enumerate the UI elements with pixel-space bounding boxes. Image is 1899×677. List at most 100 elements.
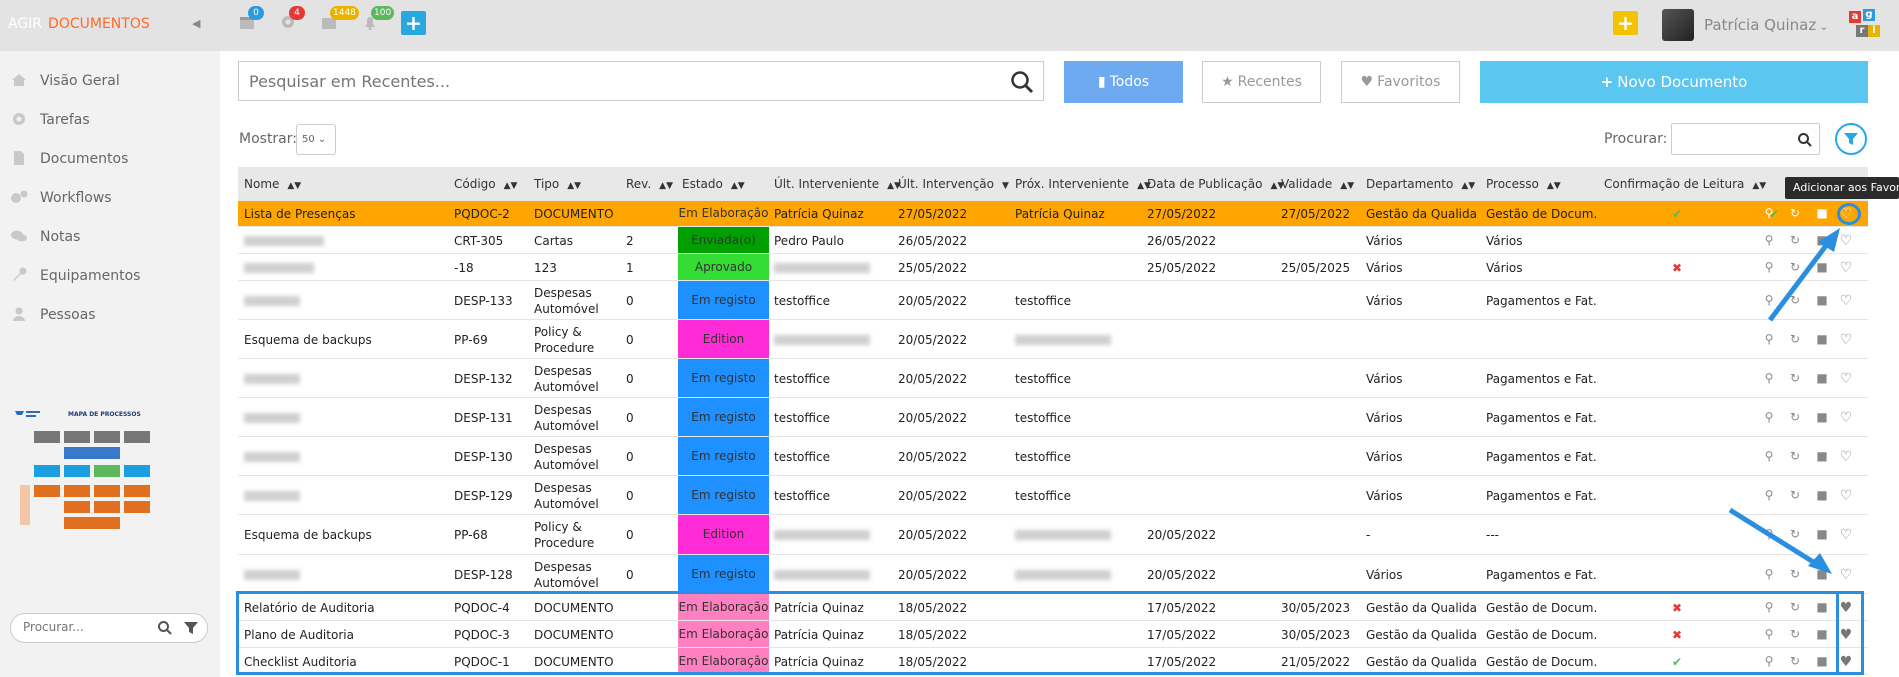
sync-icon[interactable]: ↻ [1788,567,1802,581]
sync-icon[interactable]: ↻ [1788,449,1802,463]
sync-icon[interactable]: ↻ [1788,332,1802,346]
heart-icon[interactable]: ♡ [1839,527,1853,543]
col-ult-intervencao[interactable]: Últ. Intervenção ▼ [898,177,1009,191]
sync-icon[interactable]: ↻ [1788,488,1802,502]
search-icon[interactable] [1797,132,1813,148]
view-icon[interactable]: ⚲ [1762,527,1776,541]
col-validade[interactable]: Validade ▲▼ [1281,177,1354,191]
page-size-select[interactable]: 50 ⌄ [296,124,336,155]
col-rev[interactable]: Rev. ▲▼ [626,177,673,191]
sync-icon[interactable]: ↻ [1788,293,1802,307]
trash-icon[interactable]: ■ [1815,206,1829,220]
heart-icon[interactable]: ♡ [1839,233,1853,249]
sync-icon[interactable]: ↻ [1788,206,1802,220]
table-row[interactable]: CRT-305 Cartas 2 Enviada(o) Pedro Paulo 26/05… [238,227,1868,254]
recentes-button[interactable]: ★ Recentes [1202,61,1321,103]
col-tipo[interactable]: Tipo ▲▼ [534,177,581,191]
favoritos-button[interactable]: ♥ Favoritos [1341,61,1460,103]
heart-icon[interactable]: ♡ [1839,410,1853,426]
procurar-input[interactable] [1671,123,1820,155]
apps-launcher-icon[interactable]: a g r i [1849,9,1880,43]
table-row[interactable]: DESP-133 Despesas Automóvel 0 Em registo tes… [238,281,1868,320]
table-row[interactable]: Esquema de backups PP-69 Policy & Procedur… [238,320,1868,359]
table-row[interactable]: ✔ Lista de Presenças PQDOC-2 DOCUMENTO Em El… [238,201,1868,227]
col-estado[interactable]: Estado ▲▼ [682,177,745,191]
todos-button[interactable]: ▮ Todos [1064,61,1183,103]
heart-icon[interactable]: ♡ [1839,449,1853,465]
calendar-icon[interactable]: 0 [236,6,264,37]
heart-icon[interactable]: ♡ [1839,488,1853,504]
messages-icon[interactable]: 1448 [318,6,359,37]
col-ult-interveniente[interactable]: Últ. Interveniente ▲▼ [774,177,901,191]
view-icon[interactable]: ⚲ [1762,410,1776,424]
table-row[interactable]: -18 123 1 Aprovado 25/05/2022 25/05/2022 25/05… [238,254,1868,281]
sync-icon[interactable]: ↻ [1788,410,1802,424]
heart-icon[interactable]: ♡ [1839,332,1853,348]
collapse-sidebar-icon[interactable]: ◀ [192,17,200,30]
trash-icon[interactable]: ■ [1815,233,1829,247]
mapa-processos-thumbnail[interactable]: MAPA DE PROCESSOS [12,409,182,569]
table-row[interactable]: DESP-131 Despesas Automóvel 0 Em registo tes… [238,398,1868,437]
filter-icon[interactable] [183,620,199,636]
user-menu[interactable]: Patrícia Quinaz ⌄ [1704,16,1828,34]
novo-documento-button[interactable]: + Novo Documento [1480,61,1868,103]
view-icon[interactable]: ⚲ [1762,567,1776,581]
add-yellow-button[interactable]: + [1613,11,1638,35]
trash-icon[interactable]: ■ [1815,260,1829,274]
quick-add-button[interactable]: + [401,11,426,35]
sync-icon[interactable]: ↻ [1788,527,1802,541]
view-icon[interactable]: ⚲ [1762,332,1776,346]
col-processo[interactable]: Processo ▲▼ [1486,177,1561,191]
trash-icon[interactable]: ■ [1815,293,1829,307]
table-row[interactable]: DESP-130 Despesas Automóvel 0 Em registo tes… [238,437,1868,476]
gear-notifications-icon[interactable]: 4 [277,6,305,37]
sidebar-item-tarefas[interactable]: Tarefas [0,105,220,135]
table-row[interactable]: Esquema de backups PP-68 Policy & Procedur… [238,515,1868,555]
view-icon[interactable]: ⚲ [1762,371,1776,385]
trash-icon[interactable]: ■ [1815,567,1829,581]
sidebar-item-visao-geral[interactable]: Visão Geral [0,66,220,96]
brand[interactable]: AGIR DOCUMENTOS [8,16,150,32]
view-icon[interactable]: ⚲ [1762,206,1776,220]
trash-icon[interactable]: ■ [1815,449,1829,463]
view-icon[interactable]: ⚲ [1762,488,1776,502]
main-search-input[interactable] [249,72,989,91]
col-departamento[interactable]: Departamento ▲▼ [1366,177,1475,191]
heart-icon[interactable]: ♡ [1839,567,1853,583]
col-prox-interveniente[interactable]: Próx. Interveniente ▲▼ [1015,177,1151,191]
trash-icon[interactable]: ■ [1815,371,1829,385]
view-icon[interactable]: ⚲ [1762,293,1776,307]
view-icon[interactable]: ⚲ [1762,233,1776,247]
col-data-publicacao[interactable]: Data de Publicação ▲▼ [1147,177,1284,191]
sync-icon[interactable]: ↻ [1788,260,1802,274]
sidebar-item-notas[interactable]: Notas [0,222,220,252]
trash-icon[interactable]: ■ [1815,332,1829,346]
heart-icon[interactable]: ♡ [1839,371,1853,387]
view-icon[interactable]: ⚲ [1762,449,1776,463]
sidebar-item-equipamentos[interactable]: Equipamentos [0,261,220,291]
table-row[interactable]: DESP-128 Despesas Automóvel 0 Em registo 20/… [238,555,1868,594]
advanced-filter-button[interactable] [1835,123,1867,155]
sidebar-item-workflows[interactable]: Workflows [0,183,220,213]
table-row[interactable]: DESP-129 Despesas Automóvel 0 Em registo tes… [238,476,1868,515]
col-codigo[interactable]: Código ▲▼ [454,177,517,191]
trash-icon[interactable]: ■ [1815,527,1829,541]
sidebar-item-documentos[interactable]: Documentos [0,144,220,174]
sync-icon[interactable]: ↻ [1788,233,1802,247]
trash-icon[interactable]: ■ [1815,410,1829,424]
table-row[interactable]: DESP-132 Despesas Automóvel 0 Em registo tes… [238,359,1868,398]
sidebar-item-pessoas[interactable]: Pessoas [0,300,220,330]
sidebar-search-input[interactable] [23,620,143,634]
bell-icon[interactable]: 100 [359,6,395,37]
heart-icon[interactable]: ♡ [1839,260,1853,276]
col-confirmacao-leitura[interactable]: Confirmação de Leitura ▲▼ [1604,177,1766,191]
view-icon[interactable]: ⚲ [1762,260,1776,274]
search-icon[interactable] [157,620,173,636]
heart-icon[interactable]: ♡ [1839,293,1853,309]
sync-icon[interactable]: ↻ [1788,371,1802,385]
cell-tipo: Despesas Automóvel [534,364,599,394]
col-nome[interactable]: Nome ▲▼ [244,177,301,191]
search-icon[interactable] [1009,69,1035,95]
avatar[interactable] [1662,9,1694,41]
trash-icon[interactable]: ■ [1815,488,1829,502]
